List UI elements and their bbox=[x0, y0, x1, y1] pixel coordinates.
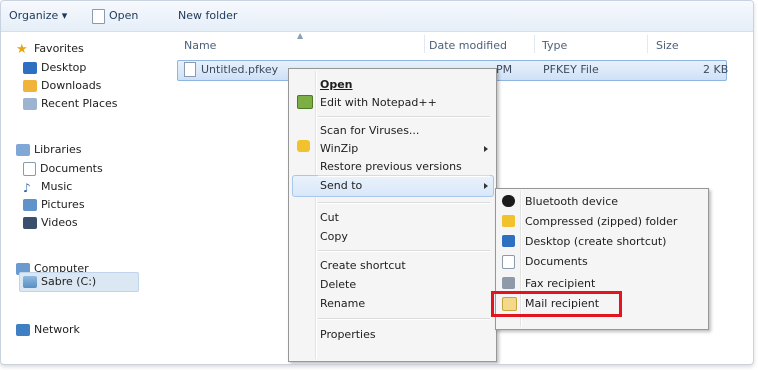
nav-item-label: Recent Places bbox=[41, 97, 118, 110]
nav-item-recent-places[interactable]: Recent Places bbox=[23, 97, 118, 111]
nav-item-label: Sabre (C:) bbox=[41, 275, 97, 288]
organize-button[interactable]: Organize ▾ bbox=[9, 8, 67, 24]
zip-folder-icon bbox=[502, 215, 515, 227]
documents-icon bbox=[502, 255, 515, 269]
context-menu: Open Edit with Notepad++ Scan for Viruse… bbox=[288, 68, 497, 362]
file-size: 2 KB bbox=[703, 63, 729, 76]
nav-item-label: Music bbox=[41, 180, 73, 193]
nav-item-videos[interactable]: Videos bbox=[23, 216, 78, 230]
new-folder-button[interactable]: New folder bbox=[178, 8, 237, 24]
nav-favorites[interactable]: ★ Favorites bbox=[16, 42, 84, 57]
nav-item-desktop[interactable]: Desktop bbox=[23, 61, 86, 75]
nav-item-label: Videos bbox=[41, 216, 78, 229]
drive-icon bbox=[23, 276, 37, 288]
music-icon: ♪ bbox=[23, 181, 31, 195]
menu-item-copy[interactable]: Copy bbox=[320, 230, 348, 243]
pictures-icon bbox=[23, 199, 37, 211]
videos-icon bbox=[23, 217, 37, 229]
downloads-icon bbox=[23, 80, 37, 92]
nav-network-label: Network bbox=[34, 323, 80, 336]
menu-item-rename[interactable]: Rename bbox=[320, 297, 365, 310]
bluetooth-icon bbox=[502, 195, 515, 207]
column-header-size[interactable]: Size bbox=[656, 39, 679, 52]
menu-item-send-to[interactable]: Send to bbox=[320, 179, 362, 192]
submenu-item-fax-recipient[interactable]: Fax recipient bbox=[525, 277, 595, 290]
menu-item-create-shortcut[interactable]: Create shortcut bbox=[320, 259, 406, 272]
menu-separator bbox=[318, 202, 490, 204]
submenu-item-documents[interactable]: Documents bbox=[525, 255, 588, 268]
file-icon bbox=[184, 62, 196, 77]
menu-item-winzip[interactable]: WinZip bbox=[320, 142, 358, 155]
open-button-label: Open bbox=[109, 9, 139, 22]
winzip-icon bbox=[297, 140, 310, 152]
menu-separator bbox=[318, 318, 490, 320]
nav-item-downloads[interactable]: Downloads bbox=[23, 79, 101, 93]
nav-item-label: Documents bbox=[40, 162, 103, 175]
recent-places-icon bbox=[23, 98, 37, 110]
column-header-date-modified[interactable]: Date modified bbox=[429, 39, 507, 52]
fax-icon bbox=[502, 277, 515, 289]
mail-recipient-highlight-box bbox=[491, 291, 622, 317]
menu-separator bbox=[318, 116, 490, 118]
menu-item-properties[interactable]: Properties bbox=[320, 328, 376, 341]
network-icon bbox=[16, 324, 30, 336]
submenu-item-bluetooth[interactable]: Bluetooth device bbox=[525, 195, 618, 208]
nav-libraries[interactable]: Libraries bbox=[16, 143, 82, 157]
explorer-window: Organize ▾ Open New folder ★ Favorites De… bbox=[0, 0, 754, 365]
nav-item-sabre-drive[interactable]: Sabre (C:) bbox=[23, 275, 96, 289]
menu-separator bbox=[318, 250, 490, 252]
command-bar: Organize ▾ Open New folder bbox=[1, 1, 753, 32]
menu-item-delete[interactable]: Delete bbox=[320, 278, 356, 291]
file-date-modified: PM bbox=[496, 63, 513, 76]
column-divider bbox=[647, 35, 648, 53]
nav-item-label: Desktop bbox=[41, 61, 87, 74]
nav-item-music[interactable]: ♪ Music bbox=[23, 180, 73, 195]
file-icon bbox=[92, 8, 105, 24]
submenu-arrow-icon bbox=[484, 183, 488, 189]
menu-item-restore-versions[interactable]: Restore previous versions bbox=[320, 160, 462, 173]
open-button[interactable]: Open bbox=[92, 8, 138, 24]
column-header-name[interactable]: Name bbox=[184, 39, 216, 52]
submenu-item-compressed-folder[interactable]: Compressed (zipped) folder bbox=[525, 215, 677, 228]
column-divider bbox=[534, 35, 535, 53]
notepad-plus-plus-icon bbox=[297, 95, 313, 109]
nav-favorites-label: Favorites bbox=[34, 42, 84, 55]
menu-separator bbox=[318, 175, 490, 177]
star-icon: ★ bbox=[16, 42, 28, 57]
menu-item-open[interactable]: Open bbox=[320, 78, 353, 91]
documents-icon bbox=[23, 162, 36, 176]
column-header-type[interactable]: Type bbox=[542, 39, 567, 52]
desktop-icon bbox=[23, 62, 37, 74]
file-type: PFKEY File bbox=[543, 63, 599, 76]
nav-item-pictures[interactable]: Pictures bbox=[23, 198, 85, 212]
desktop-icon bbox=[502, 235, 515, 247]
nav-libraries-label: Libraries bbox=[34, 143, 82, 156]
submenu-arrow-icon bbox=[484, 146, 488, 152]
nav-item-label: Downloads bbox=[41, 79, 102, 92]
menu-item-edit-notepad[interactable]: Edit with Notepad++ bbox=[320, 96, 437, 109]
nav-item-label: Pictures bbox=[41, 198, 85, 211]
file-name: Untitled.pfkey bbox=[201, 63, 279, 76]
nav-network[interactable]: Network bbox=[16, 323, 80, 337]
submenu-item-desktop-shortcut[interactable]: Desktop (create shortcut) bbox=[525, 235, 666, 248]
libraries-icon bbox=[16, 144, 30, 156]
menu-item-scan-viruses[interactable]: Scan for Viruses... bbox=[320, 124, 419, 137]
nav-item-documents[interactable]: Documents bbox=[23, 162, 103, 176]
menu-item-cut[interactable]: Cut bbox=[320, 211, 339, 224]
sort-arrow-icon: ▲ bbox=[297, 31, 304, 40]
menu-item-open-label: Open bbox=[320, 78, 353, 91]
column-divider bbox=[424, 35, 425, 53]
menu-gutter bbox=[315, 71, 317, 359]
